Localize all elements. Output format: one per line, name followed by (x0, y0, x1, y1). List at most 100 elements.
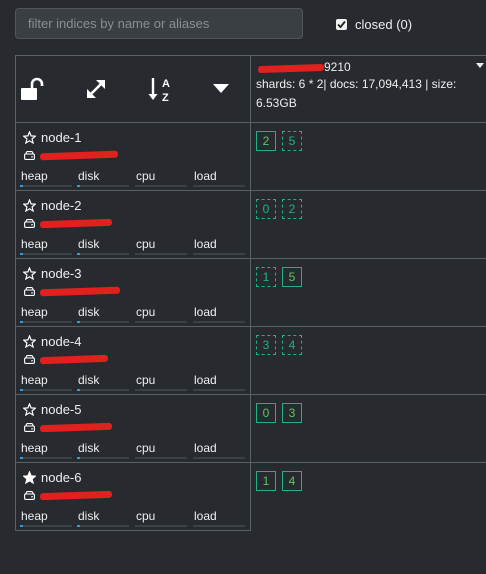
caret-down-icon[interactable] (207, 75, 235, 103)
replica-shard[interactable]: 0 (256, 199, 276, 219)
load-label: load (194, 305, 217, 319)
heap-label: heap (21, 237, 48, 251)
closed-checkbox[interactable] (336, 19, 347, 30)
closed-filter[interactable]: closed (0) (336, 17, 412, 32)
cpu-bar (135, 253, 187, 255)
redaction-mark (39, 286, 121, 297)
node-shards: 25 (256, 131, 308, 151)
node-metrics: heap disk cpu load (15, 509, 250, 529)
star-icon (23, 267, 36, 280)
replica-shard[interactable]: 1 (256, 267, 276, 287)
load-label: load (194, 373, 217, 387)
disk-bar (77, 457, 129, 459)
load-bar (193, 457, 245, 459)
hard-drive-icon (24, 287, 35, 296)
heap-label: heap (21, 373, 48, 387)
unlock-icon[interactable] (18, 75, 46, 103)
heap-bar (20, 321, 72, 323)
star-icon (23, 471, 36, 484)
node-name[interactable]: node-6 (23, 470, 81, 485)
heap-bar (20, 185, 72, 187)
expand-icon[interactable] (82, 75, 110, 103)
index-stats-line2: 6.53GB (256, 96, 297, 110)
redaction-mark (39, 218, 113, 229)
closed-label: closed (0) (355, 17, 413, 32)
heap-bar (20, 389, 72, 391)
index-name-suffix: 9210 (324, 60, 351, 74)
cpu-label: cpu (136, 237, 156, 251)
heap-label: heap (21, 509, 48, 523)
replica-shard[interactable]: 5 (282, 131, 302, 151)
cluster-overview-grid: AZ 9210 shards: 6 * 2| docs: 17,094,413 … (15, 55, 486, 531)
node-row: node-6 heap disk cpu load (15, 463, 250, 530)
node-name[interactable]: node-1 (23, 130, 81, 145)
primary-shard[interactable]: 2 (256, 131, 276, 151)
redaction-mark (257, 63, 325, 74)
node-metrics: heap disk cpu load (15, 373, 250, 393)
index-menu-caret-icon[interactable] (476, 63, 484, 68)
node-name[interactable]: node-4 (23, 334, 81, 349)
load-bar (193, 525, 245, 527)
index-stats-line1: shards: 6 * 2| docs: 17,094,413 | size: (256, 77, 457, 91)
node-name-label: node-6 (41, 470, 82, 485)
node-shards: 34 (256, 335, 308, 355)
disk-bar (77, 253, 129, 255)
disk-bar (77, 525, 129, 527)
node-shards: 14 (256, 471, 308, 491)
node-name-label: node-2 (41, 198, 82, 213)
sort-az-icon[interactable]: AZ (147, 75, 175, 103)
cpu-label: cpu (136, 305, 156, 319)
star-icon (23, 335, 36, 348)
node-metrics: heap disk cpu load (15, 305, 250, 325)
node-name[interactable]: node-5 (23, 402, 81, 417)
disk-label: disk (78, 169, 100, 183)
node-shards: 03 (256, 403, 308, 423)
cpu-bar (135, 389, 187, 391)
redaction-mark (39, 422, 113, 433)
cpu-bar (135, 457, 187, 459)
heap-label: heap (21, 441, 48, 455)
primary-shard[interactable]: 3 (282, 403, 302, 423)
node-row: node-3 heap disk cpu load (15, 259, 250, 326)
cpu-label: cpu (136, 373, 156, 387)
disk-label: disk (78, 237, 100, 251)
node-name-label: node-5 (41, 402, 82, 417)
load-label: load (194, 509, 217, 523)
load-bar (193, 185, 245, 187)
load-label: load (194, 237, 217, 251)
load-bar (193, 321, 245, 323)
node-address (24, 218, 124, 229)
replica-shard[interactable]: 2 (282, 199, 302, 219)
redaction-mark (39, 150, 119, 161)
search-input[interactable] (15, 8, 303, 39)
node-address (24, 150, 124, 161)
disk-label: disk (78, 441, 100, 455)
primary-shard[interactable]: 0 (256, 403, 276, 423)
index-name: 9210 (256, 60, 486, 75)
disk-label: disk (78, 305, 100, 319)
heap-bar (20, 525, 72, 527)
node-address (24, 286, 124, 297)
star-icon (23, 131, 36, 144)
replica-shard[interactable]: 3 (256, 335, 276, 355)
hard-drive-icon (24, 355, 35, 364)
node-address (24, 422, 124, 433)
index-header[interactable]: 9210 shards: 6 * 2| docs: 17,094,413 | s… (256, 60, 486, 113)
disk-label: disk (78, 509, 100, 523)
replica-shard[interactable]: 4 (282, 335, 302, 355)
disk-label: disk (78, 373, 100, 387)
node-row: node-5 heap disk cpu load (15, 395, 250, 462)
primary-shard[interactable]: 4 (282, 471, 302, 491)
primary-shard[interactable]: 1 (256, 471, 276, 491)
node-row: node-4 heap disk cpu load (15, 327, 250, 394)
heap-label: heap (21, 305, 48, 319)
primary-shard[interactable]: 5 (282, 267, 302, 287)
node-name[interactable]: node-2 (23, 198, 81, 213)
hard-drive-icon (24, 151, 35, 160)
node-name[interactable]: node-3 (23, 266, 81, 281)
node-shards: 15 (256, 267, 308, 287)
star-icon (23, 403, 36, 416)
cpu-bar (135, 321, 187, 323)
node-address (24, 490, 124, 501)
cpu-label: cpu (136, 441, 156, 455)
